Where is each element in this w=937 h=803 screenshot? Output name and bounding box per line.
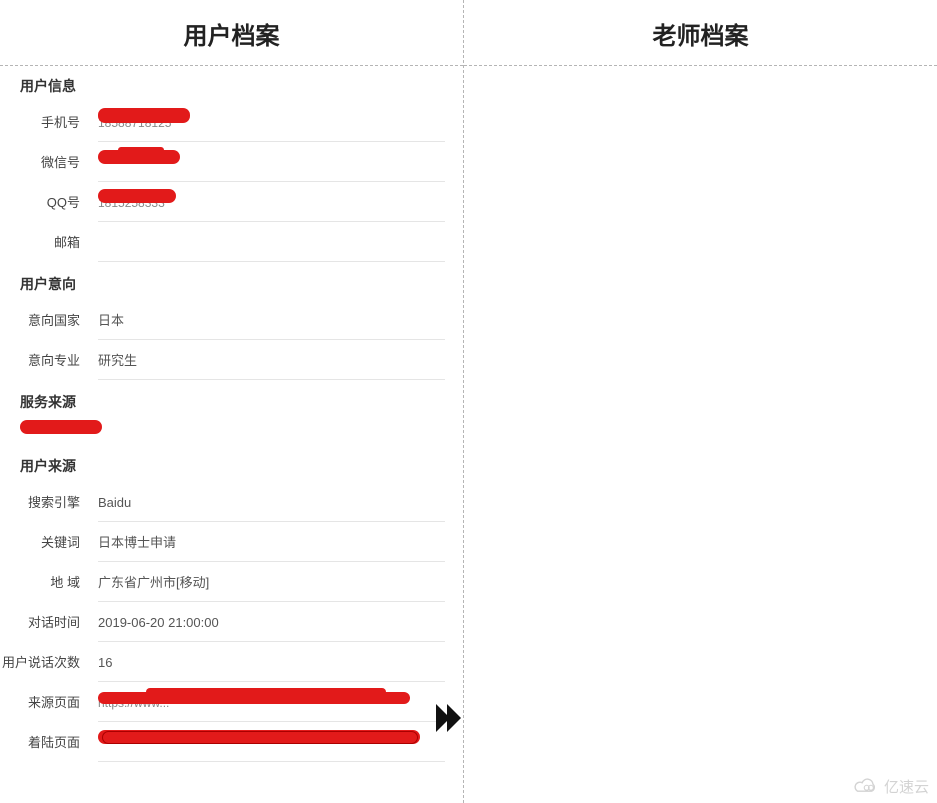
- row-keyword: 关键词 日本博士申请: [0, 524, 463, 562]
- value-wechat: [98, 144, 445, 182]
- section-source-title: 用户来源: [0, 446, 463, 484]
- row-talk-count: 用户说话次数 16: [0, 644, 463, 682]
- label-talk-count: 用户说话次数: [0, 644, 86, 672]
- value-major: 研究生: [98, 342, 445, 380]
- value-qq: 1815258333: [98, 184, 445, 222]
- redaction-mark: [98, 108, 190, 123]
- cloud-icon: [852, 777, 880, 797]
- row-referrer: 来源页面 https://www...: [0, 684, 463, 722]
- value-landing: [98, 724, 445, 762]
- row-engine: 搜索引擎 Baidu: [0, 484, 463, 522]
- row-region: 地 域 广东省广州市[移动]: [0, 564, 463, 602]
- redaction-mark: [98, 730, 420, 744]
- row-wechat: 微信号: [0, 144, 463, 182]
- section-service-title: 服务来源: [0, 382, 463, 420]
- label-landing: 着陆页面: [0, 724, 86, 752]
- user-profile-panel: 用户档案 用户信息 手机号 18588718125 微信号 QQ号 181525…: [0, 0, 463, 803]
- label-phone: 手机号: [0, 104, 86, 132]
- redaction-mark: [98, 692, 410, 704]
- label-major: 意向专业: [0, 342, 86, 370]
- label-referrer: 来源页面: [0, 684, 86, 712]
- teacher-profile-panel: 老师档案: [464, 0, 937, 803]
- user-profile-title: 用户档案: [0, 0, 463, 66]
- double-arrow-right-icon[interactable]: [436, 704, 458, 732]
- section-intent-title: 用户意向: [0, 264, 463, 302]
- row-phone: 手机号 18588718125: [0, 104, 463, 142]
- label-region: 地 域: [0, 564, 86, 592]
- value-country: 日本: [98, 302, 445, 340]
- row-email: 邮箱: [0, 224, 463, 262]
- label-dialog-time: 对话时间: [0, 604, 86, 632]
- value-referrer: https://www...: [98, 684, 445, 722]
- label-country: 意向国家: [0, 302, 86, 330]
- row-qq: QQ号 1815258333: [0, 184, 463, 222]
- watermark-text: 亿速云: [884, 776, 929, 797]
- value-email: [98, 224, 445, 262]
- row-dialog-time: 对话时间 2019-06-20 21:00:00: [0, 604, 463, 642]
- label-qq: QQ号: [0, 184, 86, 212]
- row-service-source: [0, 420, 463, 446]
- redaction-mark: [20, 420, 102, 434]
- label-engine: 搜索引擎: [0, 484, 86, 512]
- label-email: 邮箱: [0, 224, 86, 252]
- section-user-info-title: 用户信息: [0, 66, 463, 104]
- value-phone: 18588718125: [98, 104, 445, 142]
- redaction-mark: [98, 189, 176, 203]
- value-region: 广东省广州市[移动]: [98, 564, 445, 602]
- label-keyword: 关键词: [0, 524, 86, 552]
- redaction-mark: [98, 150, 180, 164]
- watermark: 亿速云: [852, 776, 929, 797]
- row-major: 意向专业 研究生: [0, 342, 463, 380]
- value-dialog-time: 2019-06-20 21:00:00: [98, 604, 445, 642]
- row-country: 意向国家 日本: [0, 302, 463, 340]
- value-keyword: 日本博士申请: [98, 524, 445, 562]
- value-engine: Baidu: [98, 484, 445, 522]
- value-talk-count: 16: [98, 644, 445, 682]
- row-landing: 着陆页面: [0, 724, 463, 762]
- label-wechat: 微信号: [0, 144, 86, 172]
- teacher-profile-title: 老师档案: [464, 0, 937, 66]
